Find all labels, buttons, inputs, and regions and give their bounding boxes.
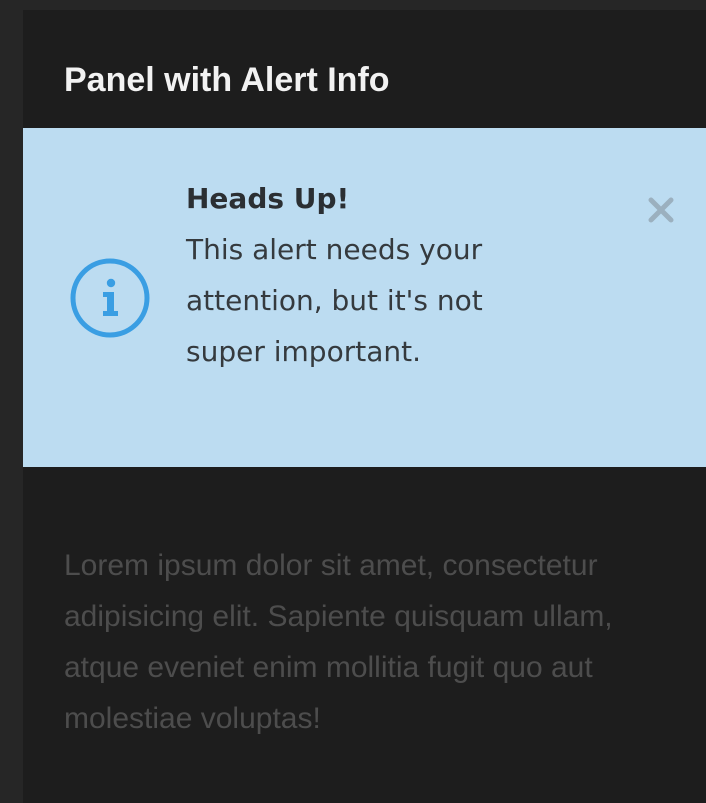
page-top-strip <box>0 0 706 10</box>
info-circle-icon <box>70 258 150 338</box>
panel-body-text: Lorem ipsum dolor sit amet, consectetur … <box>64 549 613 735</box>
close-icon[interactable] <box>643 192 679 228</box>
alert-content: Heads Up! This alert needs your attentio… <box>186 173 506 377</box>
info-alert: Heads Up! This alert needs your attentio… <box>23 128 706 467</box>
panel-title: Panel with Alert Info <box>64 61 390 99</box>
alert-heading: Heads Up! <box>186 182 350 215</box>
alert-panel: Panel with Alert Info Heads Up! This ale… <box>23 10 706 803</box>
alert-message: This alert needs your attention, but it'… <box>186 233 483 368</box>
